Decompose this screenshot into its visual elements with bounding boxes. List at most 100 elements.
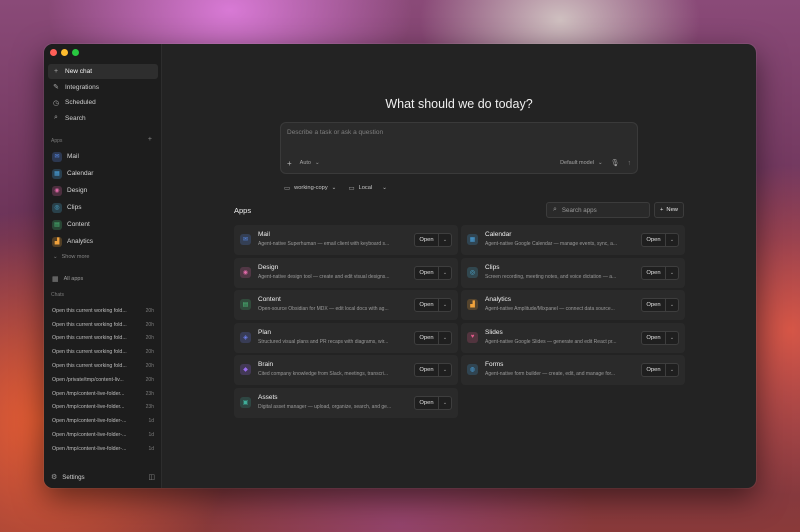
chat-history-item[interactable]: Open /tmp/content-live-folder-... 1d (48, 414, 158, 428)
open-label[interactable]: Open (642, 234, 666, 246)
chevron-down-icon[interactable]: ⌄ (666, 267, 678, 279)
calendar-icon: ▦ (467, 234, 478, 245)
open-label[interactable]: Open (642, 364, 666, 376)
settings-label: Settings (62, 473, 85, 481)
prompt-input[interactable]: Describe a task or ask a question (287, 129, 383, 136)
chat-history-item[interactable]: Open /tmp/content-live-folder-... 1d (48, 442, 158, 456)
chevron-down-icon[interactable]: ⌄ (439, 267, 451, 279)
chat-history-list: Open this current working fold... 20h Open… (48, 304, 158, 456)
folder-select[interactable]: ▭ working-copy ⌄ (284, 184, 336, 192)
minimize-window-button[interactable] (61, 49, 68, 56)
chat-history-item[interactable]: Open this current working fold... 20h (48, 345, 158, 359)
app-card-calendar[interactable]: ▦ Calendar Agent-native Google Calendar — … (461, 225, 685, 255)
open-label[interactable]: Open (415, 364, 439, 376)
open-label[interactable]: Open (415, 266, 439, 279)
app-card-content[interactable]: ▤ Content Open-source Obsidian for MDX — e… (234, 290, 458, 320)
app-card-description: Structured visual plans and PR recaps wi… (258, 338, 389, 345)
open-label[interactable]: Open (642, 266, 666, 279)
document-icon: ▤ (52, 219, 62, 230)
chevron-down-icon[interactable]: ⌄ (666, 364, 678, 376)
prompt-box[interactable]: Describe a task or ask a question + Auto… (280, 122, 638, 174)
chevron-down-icon[interactable]: ⌄ (666, 299, 678, 311)
chat-history-item[interactable]: Open /tmp/content-live-folder... 23h (48, 401, 158, 415)
add-app-icon[interactable]: + (148, 136, 152, 143)
environment-select[interactable]: ▭ Local ⌄ (348, 184, 387, 192)
app-card-forms[interactable]: ◍ Forms Agent-native form builder — create… (461, 355, 685, 385)
close-window-button[interactable] (50, 49, 57, 56)
open-label[interactable]: Open (415, 234, 439, 246)
new-app-button[interactable]: + New (654, 202, 684, 218)
app-card-assets[interactable]: ▣ Assets Digital asset manager — upload, o… (234, 387, 458, 418)
open-label[interactable]: Open (642, 331, 666, 344)
model-select[interactable]: Default model ⌄ (560, 160, 603, 166)
open-label[interactable]: Open (415, 396, 439, 409)
sidebar-item-search[interactable]: ⌕ Search (48, 111, 158, 126)
monitor-icon: ▭ (348, 185, 355, 192)
chat-history-item[interactable]: Open this current working fold... 20h (48, 332, 158, 346)
sidebar-item-scheduled[interactable]: ◷ Scheduled (48, 95, 158, 110)
sidebar-app-analytics[interactable]: ▟ Analytics (48, 233, 158, 250)
open-label[interactable]: Open (642, 299, 666, 311)
app-card-design[interactable]: ◉ Design Agent-native design tool — create… (234, 257, 458, 288)
new-chat-button[interactable]: + New chat (48, 64, 158, 79)
sidebar: + New chat ✎ Integrations ◷ Scheduled ⌕ … (44, 44, 162, 488)
app-card-clips[interactable]: ◎ Clips Screen recording, meeting notes, a… (461, 257, 685, 288)
chevron-down-icon[interactable]: ⌄ (439, 299, 451, 311)
open-app-button[interactable]: Open ⌄ (414, 330, 452, 345)
zoom-window-button[interactable] (72, 49, 79, 56)
chat-history-item[interactable]: Open /tmp/content-live-folder... 23h (48, 387, 158, 401)
chevron-down-icon[interactable]: ⌄ (439, 397, 451, 409)
settings-button[interactable]: ⚙ Settings (51, 473, 85, 482)
open-label[interactable]: Open (415, 331, 439, 344)
chevron-down-icon[interactable]: ⌄ (666, 234, 678, 246)
app-card-description: Agent-native design tool — create and ed… (258, 273, 390, 280)
attach-icon[interactable]: + (287, 159, 292, 168)
chevron-down-icon[interactable]: ⌄ (666, 332, 678, 344)
chat-history-item[interactable]: Open this current working fold... 20h (48, 304, 158, 318)
app-card-description: Agent-native Amplitude/Mixpanel — connec… (485, 306, 615, 312)
chat-history-item[interactable]: Open this current working fold... 20h (48, 318, 158, 332)
chevron-down-icon[interactable]: ⌄ (439, 364, 451, 376)
app-card-title: Analytics (485, 296, 512, 303)
microphone-icon[interactable]: 🎙︎ (611, 159, 620, 167)
open-app-button[interactable]: Open ⌄ (641, 233, 679, 247)
chat-history-item[interactable]: Open /tmp/content-live-folder-... 1d (48, 428, 158, 442)
chat-history-item[interactable]: Open this current working fold... 20h (48, 359, 158, 373)
sidebar-app-clips[interactable]: ◎ Clips (48, 199, 158, 216)
open-app-button[interactable]: Open ⌄ (641, 330, 679, 345)
sidebar-app-mail[interactable]: ✉ Mail (48, 148, 158, 165)
chevron-down-icon[interactable]: ⌄ (439, 234, 451, 246)
sidebar-toggle-icon[interactable]: ◫ (148, 473, 155, 481)
open-app-button[interactable]: Open ⌄ (414, 363, 452, 377)
open-app-button[interactable]: Open ⌄ (414, 298, 452, 312)
app-card-plan[interactable]: ◈ Plan Structured visual plans and PR reca… (234, 322, 458, 353)
app-card-brain[interactable]: ◆ Brain Cited company knowledge from Slack… (234, 355, 458, 385)
send-icon[interactable]: ↑ (628, 160, 632, 167)
app-card-description: Agent-native Superhuman — email client w… (258, 241, 390, 247)
model-label: Default model (560, 160, 594, 166)
search-apps-input[interactable]: ⌕ Search apps (546, 202, 650, 218)
open-app-button[interactable]: Open ⌄ (641, 265, 679, 280)
sidebar-app-calendar[interactable]: ▦ Calendar (48, 165, 158, 182)
open-app-button[interactable]: Open ⌄ (641, 363, 679, 377)
open-app-button[interactable]: Open ⌄ (414, 233, 452, 247)
chart-icon: ▟ (52, 236, 62, 247)
chat-title: Open /tmp/content-live-folder... (52, 404, 125, 411)
open-app-button[interactable]: Open ⌄ (414, 265, 452, 280)
mode-select[interactable]: Auto ⌄ (300, 160, 320, 166)
app-card-mail[interactable]: ✉ Mail Agent-native Superhuman — email cli… (234, 225, 458, 255)
chevron-down-icon[interactable]: ⌄ (439, 332, 451, 344)
all-apps-button[interactable]: ▦ All apps (48, 272, 158, 285)
chat-title: Open /tmp/content-live-folder-... (52, 445, 127, 452)
open-app-button[interactable]: Open ⌄ (414, 395, 452, 410)
app-card-slides[interactable]: ♥ Slides Agent-native Google Slides — gene… (461, 322, 685, 353)
open-app-button[interactable]: Open ⌄ (641, 298, 679, 312)
app-window: + New chat ✎ Integrations ◷ Scheduled ⌕ … (44, 44, 756, 488)
open-label[interactable]: Open (415, 299, 439, 311)
sidebar-app-content[interactable]: ▤ Content (48, 216, 158, 233)
sidebar-app-design[interactable]: ◉ Design (48, 182, 158, 199)
chat-history-item[interactable]: Open /private/tmp/content-liv... 20h (48, 373, 158, 387)
app-card-analytics[interactable]: ▟ Analytics Agent-native Amplitude/Mixpane… (461, 290, 685, 320)
show-more-button[interactable]: ⌄ Show more (48, 250, 158, 264)
sidebar-item-integrations[interactable]: ✎ Integrations (48, 80, 158, 95)
